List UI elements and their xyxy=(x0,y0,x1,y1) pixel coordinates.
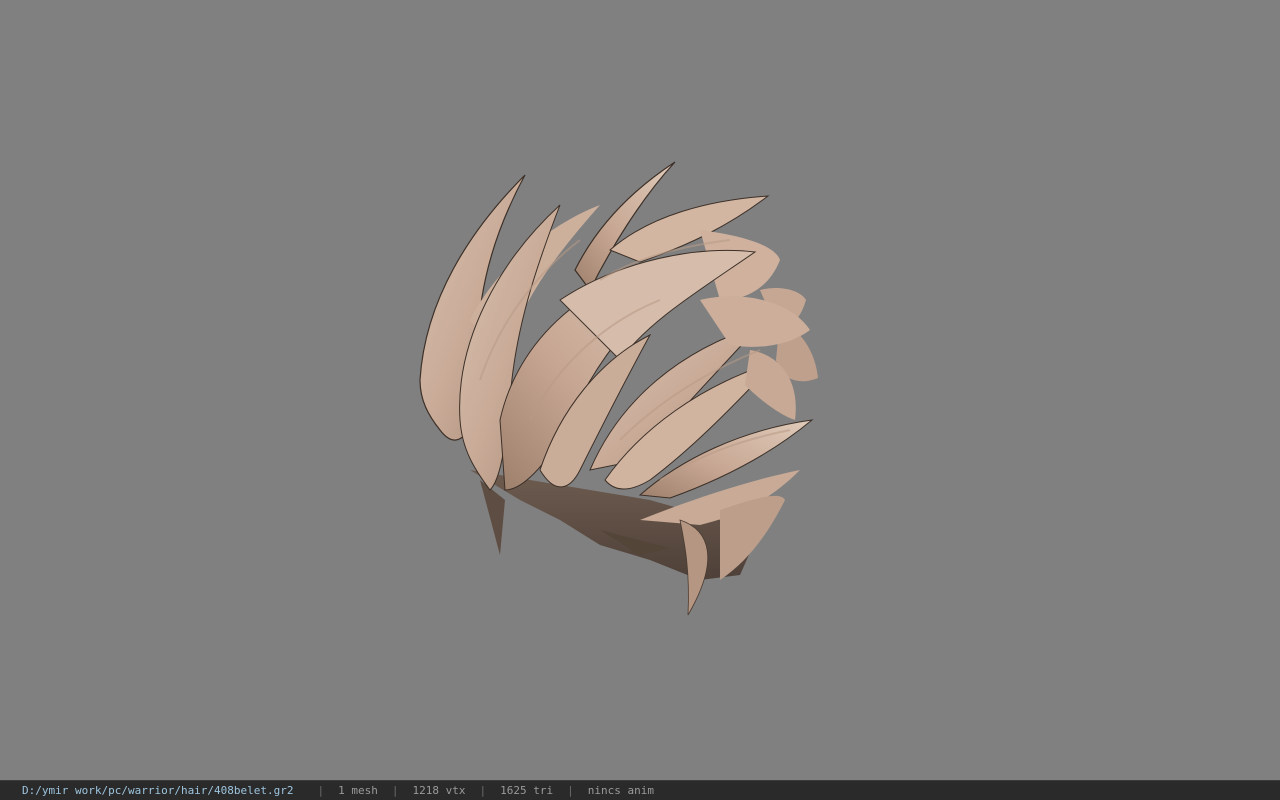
status-separator: | xyxy=(479,784,487,797)
status-separator: | xyxy=(317,784,325,797)
mesh-count: 1 mesh xyxy=(338,784,378,797)
status-bar: D:/ymir work/pc/warrior/hair/408belet.gr… xyxy=(0,780,1280,800)
file-path: D:/ymir work/pc/warrior/hair/408belet.gr… xyxy=(22,784,294,797)
animation-status: nincs anim xyxy=(587,784,654,797)
status-separator: | xyxy=(391,784,399,797)
vertex-count: 1218 vtx xyxy=(412,784,466,797)
hair-model-render[interactable] xyxy=(0,0,1280,780)
3d-viewport[interactable] xyxy=(0,0,1280,780)
triangle-count: 1625 tri xyxy=(500,784,554,797)
status-separator: | xyxy=(567,784,574,797)
